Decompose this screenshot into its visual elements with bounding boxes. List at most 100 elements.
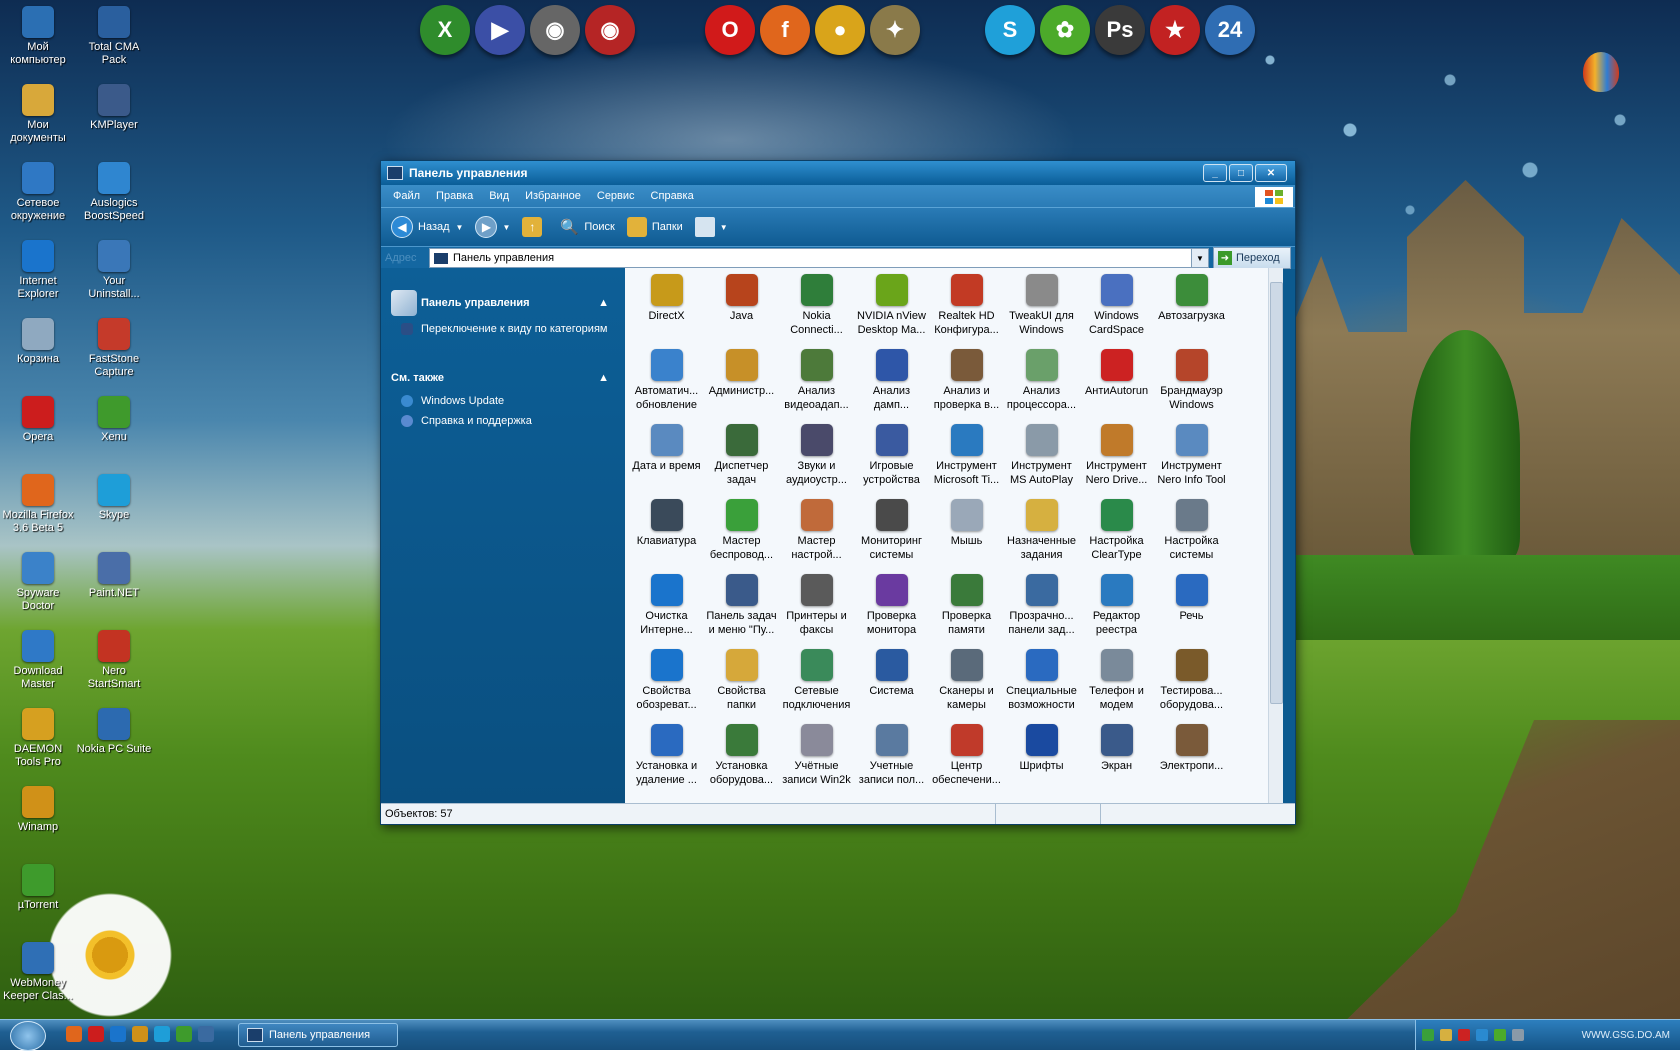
desktop-icon[interactable]: Nokia PC Suite [76,708,152,756]
control-panel-item[interactable]: TweakUI для Windows [1004,272,1079,347]
control-panel-item[interactable]: Настройка ClearType [1079,497,1154,572]
show-desktop-icon[interactable] [198,1026,214,1042]
desktop-icon[interactable]: Мой компьютер [0,6,76,67]
control-panel-item[interactable]: Звуки и аудиоустр... [779,422,854,497]
icq-icon[interactable]: ✿ [1040,5,1090,55]
tray-volume-icon[interactable] [1440,1029,1452,1041]
control-panel-item[interactable]: DirectX [629,272,704,347]
firefox-ql-icon[interactable] [66,1026,82,1042]
tray-icq-icon[interactable] [1494,1029,1506,1041]
desktop-icon[interactable]: Skype [76,474,152,522]
control-panel-item[interactable]: Мастер беспровод... [704,497,779,572]
control-panel-item[interactable]: Дата и время [629,422,704,497]
excel-icon[interactable]: X [420,5,470,55]
control-panel-item[interactable]: Анализ дамп... [854,347,929,422]
winamp-ql-icon[interactable] [132,1026,148,1042]
control-panel-item[interactable]: Речь [1154,572,1229,647]
control-panel-item[interactable]: Инструмент Nero Drive... [1079,422,1154,497]
control-panel-item[interactable]: Проверка памяти [929,572,1004,647]
control-panel-item[interactable]: Тестирова... оборудова... [1154,647,1229,722]
desktop-icon[interactable]: µTorrent [0,864,76,912]
address-field[interactable]: Панель управления ▼ [429,248,1209,268]
photoshop-icon[interactable]: Ps [1095,5,1145,55]
desktop-icon[interactable]: DAEMON Tools Pro [0,708,76,769]
desktop-icon[interactable]: FastStone Capture [76,318,152,379]
switch-category-view-link[interactable]: Переключение к виду по категориям [391,322,609,336]
minimize-button[interactable]: _ [1203,164,1227,182]
desktop-icon[interactable]: Winamp [0,786,76,834]
desktop-icon[interactable]: Auslogics BoostSpeed [76,162,152,223]
menu-tools[interactable]: Сервис [597,190,635,202]
go-button[interactable]: ➜ Переход [1213,247,1291,269]
control-panel-item[interactable]: Инструмент Nero Info Tool [1154,422,1229,497]
opera-ql-icon[interactable] [88,1026,104,1042]
menu-view[interactable]: Вид [489,190,509,202]
see-also-header[interactable]: См. также ▲ [391,372,609,384]
vertical-scrollbar[interactable] [1268,268,1283,804]
control-panel-section-header[interactable]: Панель управления ▲ [391,290,609,316]
alien-red-icon[interactable]: ◉ [585,5,635,55]
search-button[interactable]: 🔍 Поиск [559,217,615,237]
control-panel-item[interactable]: Windows CardSpace [1079,272,1154,347]
control-panel-item[interactable]: Брандмауэр Windows [1154,347,1229,422]
control-panel-item[interactable]: Редактор реестра [1079,572,1154,647]
desktop-icon[interactable]: Spyware Doctor [0,552,76,613]
collapse-chevron-icon[interactable]: ▲ [598,297,609,309]
tray-safely-remove-icon[interactable] [1512,1029,1524,1041]
back-dropdown-icon[interactable]: ▼ [456,223,464,232]
control-panel-item[interactable]: Учётные записи Win2k [779,722,854,797]
desktop-icon[interactable]: Сетевое окружение [0,162,76,223]
control-panel-item[interactable]: Центр обеспечени... [929,722,1004,797]
back-button[interactable]: ◀ Назад ▼ [391,216,463,238]
control-panel-item[interactable]: Инструмент Microsoft Ti... [929,422,1004,497]
opera-dock-icon[interactable]: O [705,5,755,55]
tray-network-icon[interactable] [1422,1029,1434,1041]
calendar-icon[interactable]: 24 [1205,5,1255,55]
control-panel-item[interactable]: Проверка монитора [854,572,929,647]
control-panel-item[interactable]: Диспетчер задач [704,422,779,497]
tray-update-icon[interactable] [1476,1029,1488,1041]
tray-antivirus-icon[interactable] [1458,1029,1470,1041]
desktop-icon[interactable]: Total CMA Pack [76,6,152,67]
control-panel-item[interactable]: Realtek HD Конфигура... [929,272,1004,347]
control-panel-item[interactable]: Мастер настрой... [779,497,854,572]
control-panel-item[interactable]: Шрифты [1004,722,1079,797]
desktop-icon[interactable]: Your Uninstall... [76,240,152,301]
desktop-icon[interactable]: WebMoney Keeper Clas... [0,942,76,1003]
menu-help[interactable]: Справка [651,190,694,202]
start-button[interactable] [10,1021,46,1051]
desktop-icon[interactable]: Opera [0,396,76,444]
control-panel-item[interactable]: Учетные записи пол... [854,722,929,797]
control-panel-item[interactable]: Установка оборудова... [704,722,779,797]
desktop-icon[interactable]: KMPlayer [76,84,152,132]
maximize-button[interactable]: □ [1229,164,1253,182]
desktop-icon[interactable]: Download Master [0,630,76,691]
control-panel-item[interactable]: Автоматич... обновление [629,347,704,422]
control-panel-item[interactable]: Назначенные задания [1004,497,1079,572]
control-panel-item[interactable]: Автозагрузка [1154,272,1229,347]
control-panel-item[interactable]: Электропи... [1154,722,1229,797]
title-bar[interactable]: Панель управления _ □ ✕ [381,161,1295,185]
close-button[interactable]: ✕ [1255,164,1287,182]
control-panel-item[interactable]: Свойства папки [704,647,779,722]
control-panel-item[interactable]: Экран [1079,722,1154,797]
control-panel-item[interactable]: Сканеры и камеры [929,647,1004,722]
control-panel-item[interactable]: Java [704,272,779,347]
chrome-icon[interactable]: ● [815,5,865,55]
utorrent-ql-icon[interactable] [176,1026,192,1042]
views-dropdown-icon[interactable]: ▼ [720,223,728,232]
control-panel-item[interactable]: Анализ и проверка в... [929,347,1004,422]
skype-ql-icon[interactable] [154,1026,170,1042]
control-panel-item[interactable]: Инструмент MS AutoPlay [1004,422,1079,497]
control-panel-item[interactable]: Клавиатура [629,497,704,572]
control-panel-item[interactable]: Администр... [704,347,779,422]
control-panel-item[interactable]: Свойства обозреват... [629,647,704,722]
control-panel-item[interactable]: Специальные возможности [1004,647,1079,722]
control-panel-item[interactable]: Телефон и модем [1079,647,1154,722]
control-panel-item[interactable]: Сетевые подключения [779,647,854,722]
control-panel-item[interactable]: АнтиAutorun [1079,347,1154,422]
folders-button[interactable]: Папки [626,217,683,237]
scrollbar-thumb[interactable] [1270,282,1283,704]
help-support-link[interactable]: Справка и поддержка [391,414,609,428]
control-panel-item[interactable]: Прозрачно... панели зад... [1004,572,1079,647]
